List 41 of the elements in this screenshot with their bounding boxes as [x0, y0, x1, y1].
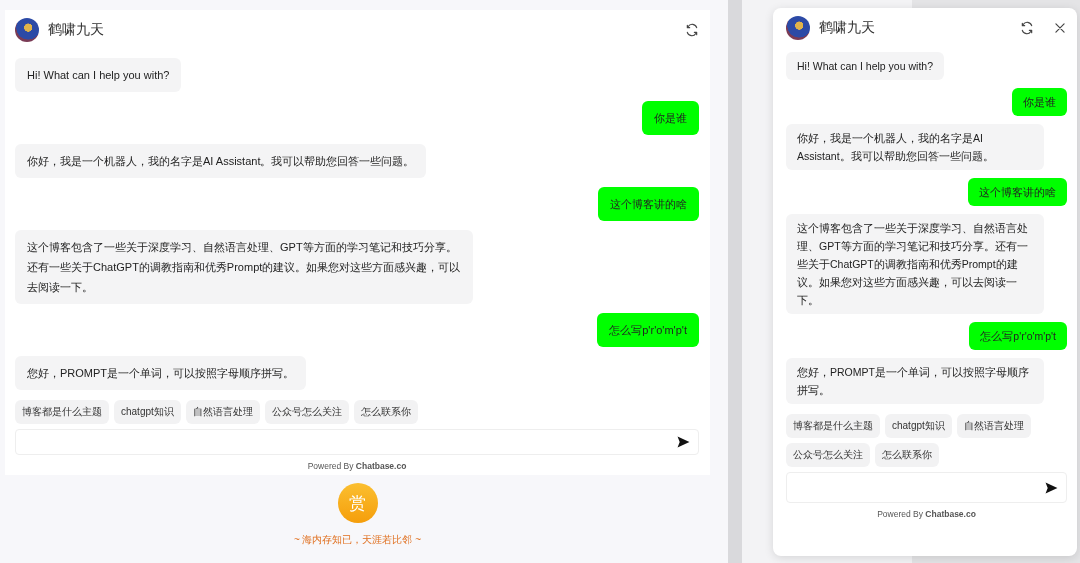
close-icon: [1053, 21, 1067, 35]
message-input[interactable]: [786, 472, 1067, 503]
refresh-button[interactable]: [1020, 21, 1034, 35]
suggestion-chip[interactable]: 自然语言处理: [956, 414, 1031, 438]
bot-message: Hi! What can I help you with?: [786, 52, 944, 80]
suggestion-chip[interactable]: 博客都是什么主题: [786, 414, 880, 438]
user-message: 你是谁: [642, 101, 699, 135]
refresh-icon: [1020, 21, 1034, 35]
send-icon[interactable]: [677, 436, 690, 448]
suggestion-chip[interactable]: chatgpt知识: [885, 414, 952, 438]
bot-message: 您好，PROMPT是一个单词，可以按照字母顺序拼写。: [786, 358, 1044, 404]
suggestion-chip[interactable]: 自然语言处理: [185, 400, 260, 424]
suggestion-chip[interactable]: 博客都是什么主题: [15, 400, 109, 424]
message-input[interactable]: [15, 429, 699, 455]
suggestion-chip[interactable]: 怎么联系你: [353, 400, 418, 424]
suggestion-chip[interactable]: 公众号怎么关注: [264, 400, 349, 424]
close-button[interactable]: [1053, 21, 1067, 35]
bot-message: 这个博客包含了一些关于深度学习、自然语言处理、GPT等方面的学习笔记和技巧分享。还有一些关于ChatGPT的调教指南和优秀Prompt的建议。如果您对这些方面感兴趣，可以去阅读一下。: [786, 214, 1044, 314]
powered-by-text: Powered By Chatbase.co: [307, 460, 407, 473]
avatar: [786, 16, 810, 40]
user-message: 这个博客讲的啥: [598, 187, 699, 221]
suggestion-chip[interactable]: chatgpt知识: [114, 400, 181, 424]
chat-title: 鹤啸九天: [819, 19, 876, 37]
suggestion-chip[interactable]: 怎么联系你: [875, 443, 939, 467]
refresh-icon: [685, 23, 699, 37]
bot-message: Hi! What can I help you with?: [15, 58, 182, 92]
powered-by-text: Powered By Chatbase.co: [877, 508, 976, 521]
user-message: 你是谁: [1012, 88, 1067, 116]
user-message: 这个博客讲的啥: [968, 178, 1067, 206]
bot-message: 您好，PROMPT是一个单词，可以按照字母顺序拼写。: [15, 356, 307, 390]
avatar: [15, 18, 39, 42]
bot-message: 你好，我是一个机器人，我的名字是AI Assistant。我可以帮助您回答一些问题。: [786, 124, 1044, 170]
bot-message: 你好，我是一个机器人，我的名字是AI Assistant。我可以帮助您回答一些问题。: [15, 144, 427, 178]
user-message: 怎么写p'r'o'm'p't: [969, 322, 1067, 350]
motto-text: ~ 海内存知已，天涯若比邻 ~: [293, 533, 422, 547]
chat-title: 鹤啸九天: [48, 21, 105, 39]
suggestion-chip[interactable]: 公众号怎么关注: [786, 443, 870, 467]
send-icon[interactable]: [1045, 481, 1058, 494]
bot-message: 这个博客包含了一些关于深度学习、自然语言处理、GPT等方面的学习笔记和技巧分享。还有一些关于ChatGPT的调教指南和优秀Prompt的建议。如果您对这些方面感兴趣，可以去阅读一下。: [15, 230, 473, 304]
user-message: 怎么写p'r'o'm'p't: [597, 313, 699, 347]
refresh-button[interactable]: [685, 23, 699, 37]
